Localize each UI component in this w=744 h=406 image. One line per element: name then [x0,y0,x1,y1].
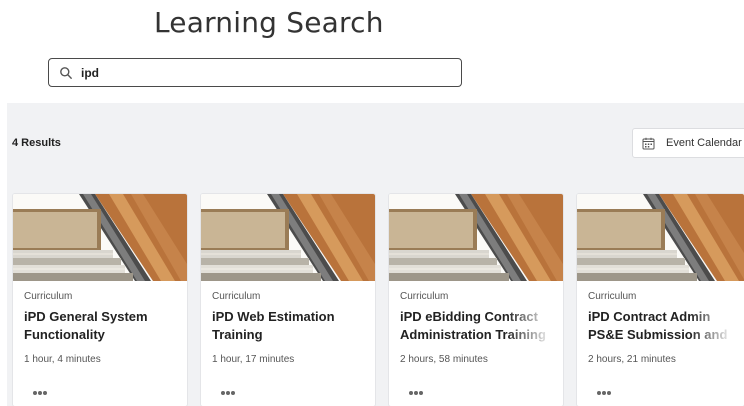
results-count: 4 Results [12,137,61,149]
course-title[interactable]: iPD Web Estimation Training [212,308,364,344]
course-type: Curriculum [400,291,449,302]
more-options-icon[interactable] [220,390,236,396]
more-options-icon[interactable] [32,390,48,396]
course-title[interactable]: iPD General System Functionality [24,308,176,344]
course-card[interactable]: Curriculum iPD eBidding Contract Adminis… [389,194,563,406]
search-input[interactable] [81,65,441,80]
more-options-icon[interactable] [408,390,424,396]
event-calendar-label: Event Calendar [666,137,742,149]
course-thumbnail [13,194,187,281]
course-duration: 1 hour, 17 minutes [212,354,295,365]
course-thumbnail [389,194,563,281]
page-title: Learning Search [154,6,384,39]
course-thumbnail [577,194,744,281]
more-options-icon[interactable] [596,390,612,396]
course-card[interactable]: Curriculum iPD General System Functional… [13,194,187,406]
course-duration: 2 hours, 58 minutes [400,354,488,365]
course-duration: 1 hour, 4 minutes [24,354,101,365]
course-type: Curriculum [24,291,73,302]
course-thumbnail [201,194,375,281]
course-title[interactable]: iPD eBidding Contract Administration Tra… [400,308,552,344]
course-type: Curriculum [588,291,637,302]
course-duration: 2 hours, 21 minutes [588,354,676,365]
course-card[interactable]: Curriculum iPD Web Estimation Training 1… [201,194,375,406]
course-card[interactable]: Curriculum iPD Contract Admin PS&E Submi… [577,194,744,406]
calendar-icon [642,137,655,150]
event-calendar-button[interactable]: Event Calendar [632,128,744,158]
results-panel: 4 Results Event Calendar Curriculum iPD … [7,103,744,406]
search-icon [59,66,73,80]
course-title[interactable]: iPD Contract Admin PS&E Submission and [588,308,733,344]
search-box[interactable] [48,58,462,87]
course-type: Curriculum [212,291,261,302]
